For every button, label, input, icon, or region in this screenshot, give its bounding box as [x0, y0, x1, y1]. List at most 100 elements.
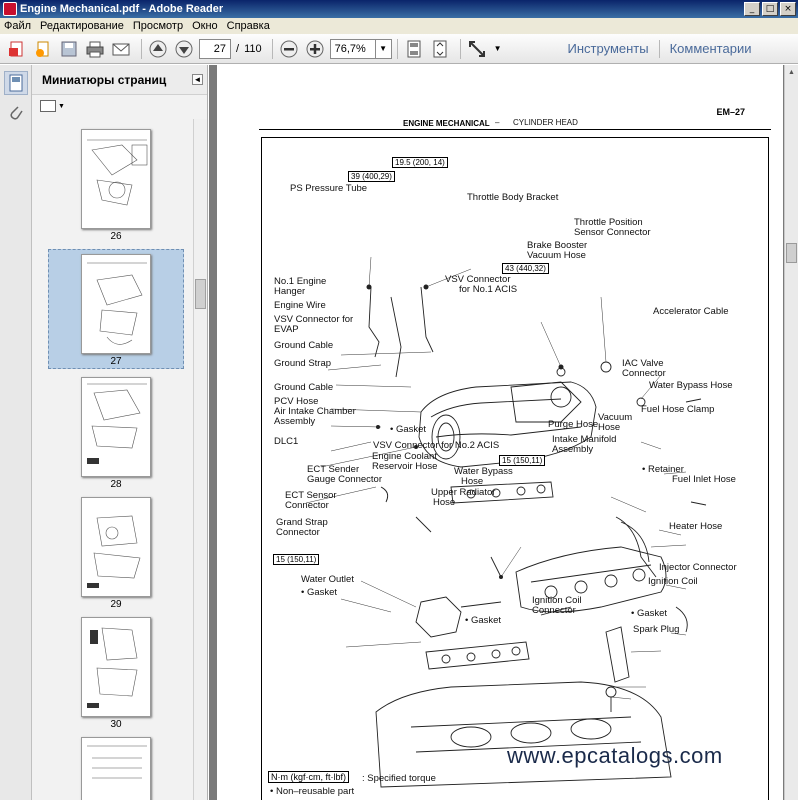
legend-torque-text: : Specified torque [362, 773, 436, 784]
part-label: Hanger [274, 286, 306, 297]
part-label: Connector [276, 527, 320, 538]
window-title: Engine Mechanical.pdf - Adobe Reader [20, 3, 224, 15]
attachments-icon[interactable] [4, 101, 28, 125]
thumbnails-panel-title: Миниатюры страниц [42, 72, 167, 87]
torque-spec: 19.5 (200, 14) [392, 157, 448, 168]
part-label: Purge Hose [548, 419, 599, 430]
part-label: PS Pressure Tube [290, 183, 368, 194]
part-label: VSV Connector for No.2 ACIS [373, 440, 500, 451]
thumbnail-options-icon[interactable] [40, 100, 56, 112]
thumbnail-image [81, 497, 151, 597]
part-label: Fuel Inlet Hose [672, 474, 736, 485]
thumbnail-page-28[interactable]: 28 [48, 373, 184, 493]
header-rule [259, 129, 771, 130]
section-title: ENGINE MECHANICAL [403, 119, 490, 128]
menu-window[interactable]: Окно [192, 20, 218, 32]
tools-link[interactable]: Инструменты [568, 41, 649, 56]
thumbnail-page-number: 27 [110, 356, 122, 367]
thumbnail-page-number: 28 [110, 479, 122, 490]
minimize-button[interactable]: _ [744, 2, 760, 16]
create-pdf-icon[interactable] [6, 38, 28, 60]
part-label: DLC1 [274, 436, 299, 447]
save-icon[interactable] [58, 38, 80, 60]
document-scrollbar-thumb[interactable] [786, 243, 797, 263]
part-label: Vacuum Hose [527, 250, 586, 261]
part-label: • Gasket [390, 424, 427, 435]
thumbnail-scrollbar-thumb[interactable] [195, 279, 206, 309]
page-separator: / [236, 42, 240, 55]
torque-spec: 15 (150,11) [273, 554, 320, 565]
part-label: Ignition Coil [648, 576, 698, 587]
chevron-down-icon[interactable]: ▼ [58, 103, 65, 110]
more-tools-icon[interactable]: ▼ [494, 44, 502, 53]
page-number-input[interactable]: 27 [199, 38, 231, 59]
toolbar-separator [658, 39, 660, 58]
part-label: • Gasket [465, 615, 502, 626]
part-label: Reservoir Hose [372, 461, 438, 472]
fit-page-icon[interactable] [403, 38, 425, 60]
close-button[interactable]: × [780, 2, 796, 16]
page-up-icon[interactable] [147, 38, 169, 60]
document-scrollbar[interactable]: ▲ [784, 65, 798, 800]
page-thumbnails-icon[interactable] [4, 71, 28, 95]
thumbnail-page-27[interactable]: 27 [48, 249, 184, 369]
thumbnail-page-30[interactable]: 30 [48, 613, 184, 733]
thumbnail-page-number: 29 [110, 599, 122, 610]
zoom-out-icon[interactable] [278, 38, 300, 60]
menu-file[interactable]: Файл [4, 20, 31, 32]
toolbar-separator [396, 38, 398, 59]
email-icon[interactable] [110, 38, 132, 60]
thumbnail-scrollbar[interactable] [193, 119, 207, 800]
header-dash: – [495, 118, 500, 127]
part-label: Hose [598, 422, 621, 433]
thumbnail-page-31[interactable] [48, 733, 184, 800]
subsection-title: CYLINDER HEAD [513, 118, 578, 127]
part-label: Sensor Connector [574, 227, 651, 238]
thumbnail-page-26[interactable]: 26 [48, 125, 184, 245]
torque-spec: 43 (440,32) [502, 263, 549, 274]
part-label: for No.1 ACIS [459, 284, 518, 295]
page-down-icon[interactable] [173, 38, 195, 60]
zoom-dropdown-icon[interactable]: ▼ [375, 38, 392, 59]
part-label: Engine Wire [274, 300, 326, 311]
navigation-pane-strip [0, 65, 32, 800]
fit-width-icon[interactable] [429, 38, 451, 60]
thumbnail-image [81, 129, 151, 229]
thumbnails-panel: Миниатюры страниц ◄ ▼ 26 27 28 29 30 [32, 65, 208, 800]
thumbnail-image [81, 254, 151, 354]
document-area: EM–27 ENGINE MECHANICAL – CYLINDER HEAD [209, 65, 798, 800]
menu-edit[interactable]: Редактирование [40, 20, 124, 32]
thumbnail-image [81, 617, 151, 717]
zoom-level-field[interactable]: 76,7% [329, 38, 376, 59]
thumbnails-panel-header: Миниатюры страниц ◄ [32, 65, 207, 95]
toolbar-separator [141, 38, 142, 59]
menu-bar: Файл Редактирование Просмотр Окно Справк… [0, 18, 798, 34]
collapse-panel-icon[interactable]: ◄ [192, 74, 203, 85]
maximize-button[interactable]: □ [762, 2, 778, 16]
page-id: EM–27 [716, 107, 745, 117]
adobe-reader-icon [3, 2, 17, 16]
part-label: Spark Plug [633, 624, 680, 635]
zoom-in-icon[interactable] [304, 38, 326, 60]
menu-view[interactable]: Просмотр [133, 20, 183, 32]
toolbar: 27 / 110 76,7% ▼ ▼ Инструменты Комментар… [0, 34, 798, 64]
thumbnail-image [81, 377, 151, 477]
thumbnail-list: 26 27 28 29 30 [32, 119, 194, 800]
thumbnail-page-number: 30 [110, 719, 122, 730]
part-label: Connector [622, 368, 666, 379]
scroll-up-icon[interactable]: ▲ [786, 67, 797, 79]
part-label: Connector [285, 500, 329, 511]
fullscreen-icon[interactable] [466, 38, 488, 60]
comments-link[interactable]: Комментарии [670, 41, 752, 56]
part-label: Hose [433, 497, 456, 508]
print-icon[interactable] [84, 38, 106, 60]
part-label: Fuel Hose Clamp [641, 404, 715, 415]
part-label: Water Bypass Hose [649, 380, 733, 391]
edit-pdf-icon[interactable] [32, 38, 54, 60]
part-label: • Gasket [301, 587, 338, 598]
part-label: Injector Connector [659, 562, 737, 573]
thumbnail-page-29[interactable]: 29 [48, 493, 184, 613]
watermark: www.epcatalogs.com [507, 743, 723, 768]
menu-help[interactable]: Справка [227, 20, 270, 32]
part-label: • Gasket [631, 608, 668, 619]
